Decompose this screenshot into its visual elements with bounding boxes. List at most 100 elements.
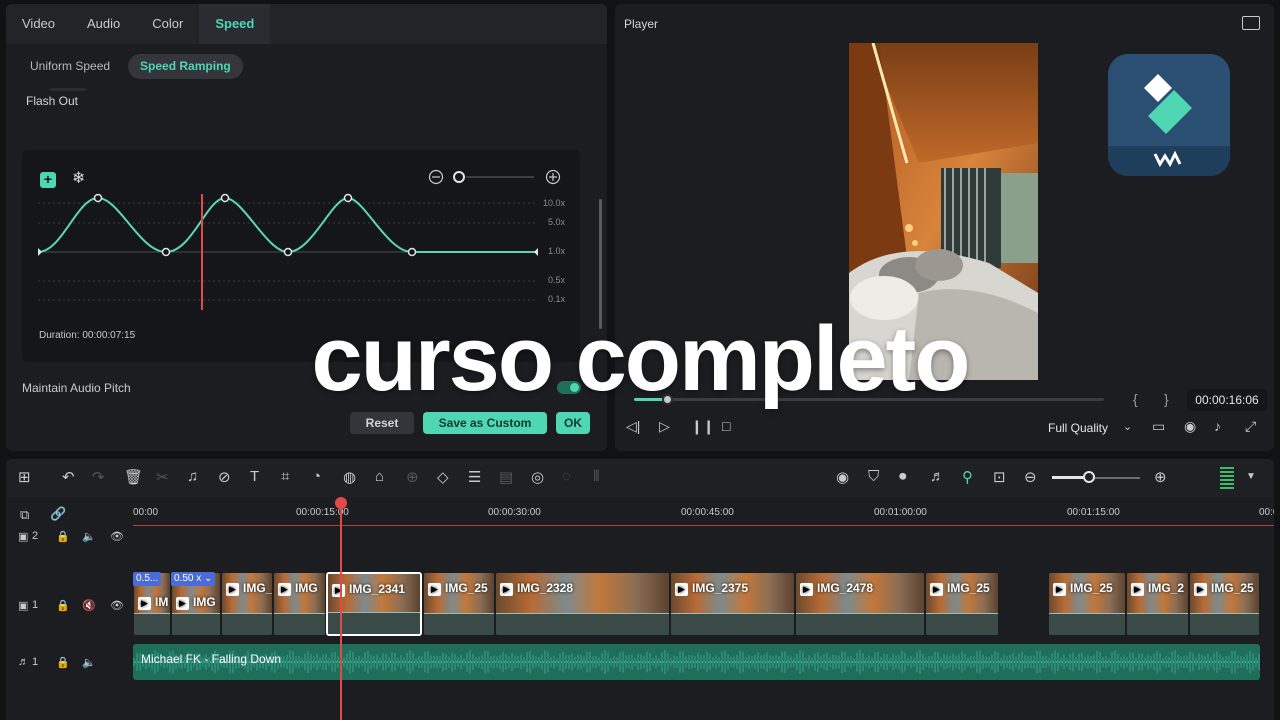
- waveform-icon[interactable]: ⦀: [593, 468, 600, 485]
- delete-icon[interactable]: 🗑: [124, 468, 143, 486]
- layout-icon[interactable]: ⊞: [18, 468, 31, 486]
- timeline-clip[interactable]: IMG_25: [423, 572, 495, 636]
- fit-timeline-icon[interactable]: ⊡: [993, 468, 1006, 486]
- filmora-logo: [1108, 54, 1230, 176]
- speed-curve[interactable]: [37, 196, 538, 254]
- add-keypoint-button[interactable]: +: [40, 172, 56, 188]
- display-settings-icon[interactable]: ▭: [1152, 418, 1165, 435]
- render-preview-icon[interactable]: ◉: [836, 468, 849, 486]
- player-title: Player: [624, 17, 659, 31]
- curve-keypoint[interactable]: [343, 193, 353, 203]
- curve-keypoint[interactable]: [220, 193, 230, 203]
- track-label: 2: [32, 530, 39, 542]
- preset-label[interactable]: Flash Out: [26, 94, 78, 108]
- volume-icon[interactable]: ♪: [1214, 418, 1221, 434]
- lock-icon[interactable]: 🔒: [56, 656, 70, 669]
- timeline-clip[interactable]: IMG_25: [925, 572, 999, 636]
- stop-icon[interactable]: □: [722, 418, 730, 434]
- timeline-clip[interactable]: IMG_2328: [495, 572, 670, 636]
- timeline-clip[interactable]: IMG_: [221, 572, 273, 636]
- keyframe-icon[interactable]: ◇: [437, 468, 449, 486]
- tab-audio[interactable]: Audio: [71, 4, 136, 44]
- audio-clip[interactable]: Michael FK - Falling Down: [133, 644, 1260, 680]
- color-icon[interactable]: ◍: [343, 468, 356, 486]
- pause-icon[interactable]: ❙❙: [691, 418, 714, 435]
- audio-meter-icon[interactable]: [1220, 467, 1234, 489]
- speed-icon[interactable]: ◔: [312, 468, 321, 485]
- tab-video[interactable]: Video: [6, 4, 71, 44]
- reset-button[interactable]: Reset: [350, 412, 414, 434]
- audio-clip-name: Michael FK - Falling Down: [141, 652, 282, 666]
- tag-icon[interactable]: ⊘: [218, 468, 231, 486]
- tab-color[interactable]: Color: [136, 4, 199, 44]
- add-track-icon[interactable]: ⧉: [20, 507, 29, 523]
- chevron-down-icon[interactable]: ⌄: [1123, 420, 1132, 433]
- save-as-custom-button[interactable]: Save as Custom: [423, 412, 547, 434]
- curve-keypoint[interactable]: [93, 193, 103, 203]
- timeline-clip[interactable]: IMG_2478: [795, 572, 925, 636]
- timeline-clip[interactable]: IMG: [273, 572, 326, 636]
- timeline-zoom-knob[interactable]: [1083, 471, 1095, 483]
- merge-icon[interactable]: ⊕: [406, 468, 419, 486]
- timeline-clip[interactable]: IMG_2: [1126, 572, 1189, 636]
- graph-zoom-knob[interactable]: [453, 171, 465, 183]
- lock-icon[interactable]: 🔒: [56, 530, 70, 543]
- link-icon[interactable]: 🔗: [50, 506, 66, 522]
- eye-icon[interactable]: 👁: [110, 530, 124, 543]
- freeze-frame-icon[interactable]: ❄: [72, 168, 85, 188]
- tab-uniform-speed[interactable]: Uniform Speed: [18, 54, 122, 79]
- lock-icon[interactable]: 🔒: [56, 599, 70, 612]
- cut-icon[interactable]: ✂: [156, 468, 169, 486]
- ruler-label: 00:00: [133, 507, 159, 518]
- timeline-ruler[interactable]: 00:00 00:00:15:00 00:00:30:00 00:00:45:0…: [133, 499, 1274, 529]
- zoom-out-icon[interactable]: ⊖: [1024, 468, 1037, 486]
- stabilize-icon[interactable]: ▤: [499, 468, 513, 486]
- curve-keypoint[interactable]: [407, 247, 417, 257]
- ruler-label: 00:01:00:00: [874, 507, 927, 518]
- chevron-down-icon[interactable]: ▼: [1246, 471, 1256, 482]
- ruler-label: 00:01:15:00: [1067, 507, 1120, 518]
- preset-thumbnail-edge: [50, 88, 86, 91]
- ruler-label: 00:00:30:00: [488, 507, 541, 518]
- tab-speed[interactable]: Speed: [199, 4, 271, 44]
- muted-icon[interactable]: 🔇: [82, 599, 96, 612]
- quality-select[interactable]: Full Quality: [1048, 421, 1108, 435]
- ruler-label: 00:0: [1259, 507, 1274, 518]
- undo-icon[interactable]: ↶: [62, 468, 75, 486]
- snap-icon[interactable]: ⚲: [962, 468, 973, 486]
- play-icon[interactable]: ▷: [659, 418, 670, 435]
- waveform-monitor-icon[interactable]: [1242, 16, 1260, 30]
- timeline-clip[interactable]: IMG_25: [1048, 572, 1126, 636]
- curve-keypoint[interactable]: [161, 247, 171, 257]
- adjust-icon[interactable]: ☰: [468, 468, 481, 486]
- snapshot-icon[interactable]: ◉: [1184, 418, 1196, 435]
- mute-icon[interactable]: 🔈: [82, 530, 96, 543]
- voiceover-icon[interactable]: ♬: [930, 468, 945, 485]
- speed-badge[interactable]: 0.5...: [133, 572, 162, 586]
- property-tabs: Video Audio Color Speed: [6, 4, 607, 44]
- ok-button[interactable]: OK: [556, 412, 590, 434]
- ai-portrait-icon[interactable]: ⌂: [375, 468, 384, 485]
- tab-speed-ramping[interactable]: Speed Ramping: [128, 54, 243, 79]
- eye-icon[interactable]: 👁: [110, 599, 124, 612]
- audio-edit-icon[interactable]: ♫: [187, 468, 198, 485]
- curve-keypoint[interactable]: [283, 247, 293, 257]
- track-header-audio-1: ♬ 1 🔒 🔈: [6, 653, 133, 673]
- prev-frame-icon[interactable]: ◁|: [626, 418, 640, 435]
- volume-icon[interactable]: 🔈: [82, 656, 96, 669]
- timeline-clip[interactable]: IMG_2375: [670, 572, 795, 636]
- silence-detect-icon[interactable]: ◌: [562, 468, 571, 485]
- redo-icon[interactable]: ↷: [92, 468, 105, 486]
- timeline-playhead[interactable]: [340, 501, 342, 720]
- playhead-handle[interactable]: [335, 497, 347, 509]
- audio-ducking-icon[interactable]: ◎: [531, 468, 544, 486]
- fullscreen-icon[interactable]: ⤢: [1245, 418, 1256, 435]
- marker-icon[interactable]: ⛉: [868, 468, 879, 485]
- speed-badge[interactable]: 0.50 x ⌄: [171, 572, 216, 586]
- crop-icon[interactable]: ⌗: [281, 468, 289, 485]
- timeline-panel: ⊞ ↶ ↷ 🗑 ✂ ♫ ⊘ T ⌗ ◔ ◍ ⌂ ⊕ ◇ ☰ ▤ ◎ ◌ ⦀ ◉ …: [6, 459, 1274, 720]
- timeline-clip[interactable]: IMG_25: [1189, 572, 1260, 636]
- microphone-icon[interactable]: ⏺: [899, 468, 907, 485]
- text-icon[interactable]: T: [250, 468, 259, 485]
- zoom-in-icon[interactable]: ⊕: [1154, 468, 1167, 486]
